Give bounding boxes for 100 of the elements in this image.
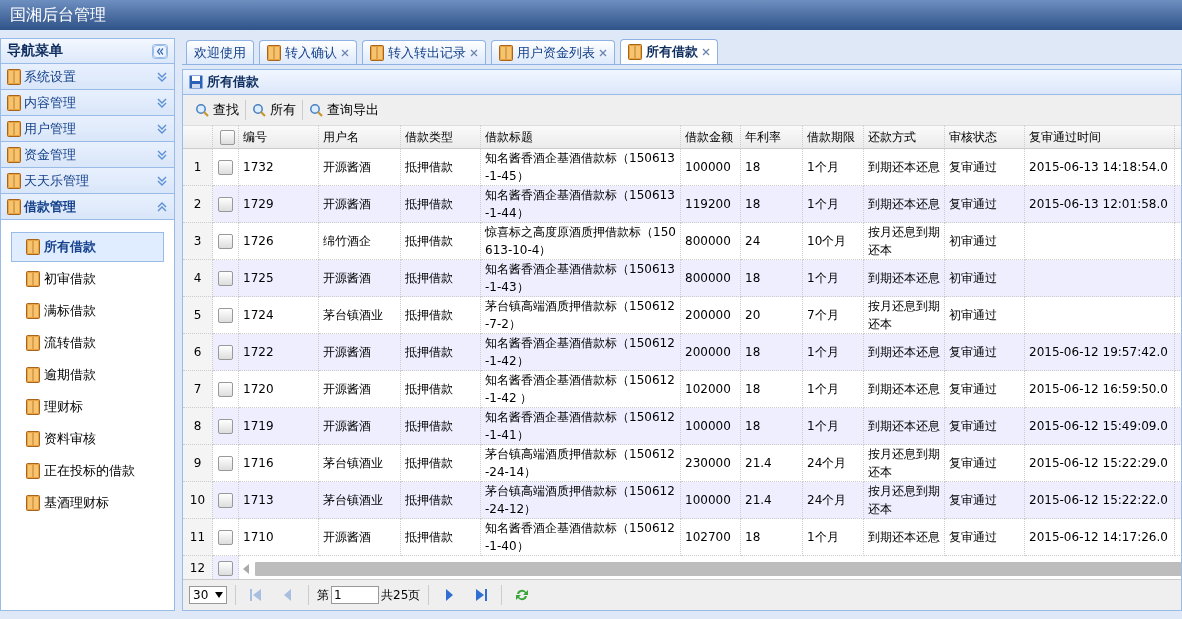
menu-item[interactable]: 逾期借款 bbox=[11, 360, 164, 390]
horizontal-scrollbar[interactable] bbox=[255, 561, 1181, 576]
box-icon bbox=[7, 198, 21, 215]
menu-section[interactable]: 天天乐管理 bbox=[1, 168, 174, 194]
box-icon bbox=[370, 44, 384, 61]
column-header[interactable]: 用户名 bbox=[319, 125, 401, 149]
row-number: 1 bbox=[183, 149, 213, 186]
row-checkbox[interactable] bbox=[218, 418, 233, 434]
box-icon bbox=[26, 335, 40, 351]
table-cell: 复审通过 bbox=[945, 186, 1025, 223]
menu-section[interactable]: 内容管理 bbox=[1, 90, 174, 116]
row-number: 8 bbox=[183, 408, 213, 445]
select-all-checkbox[interactable] bbox=[220, 129, 235, 145]
chevron-down-icon[interactable] bbox=[156, 70, 168, 83]
row-checkbox[interactable] bbox=[218, 159, 233, 175]
table-cell: 100000 bbox=[681, 482, 741, 519]
menu-section[interactable]: 系统设置 bbox=[1, 64, 174, 90]
page-input[interactable]: 1 bbox=[331, 586, 379, 604]
tab[interactable]: 用户资金列表 bbox=[491, 40, 615, 64]
save-icon bbox=[189, 75, 203, 89]
window-title: 国湘后台管理 bbox=[0, 0, 1182, 30]
table-cell: 复审通过 bbox=[945, 408, 1025, 445]
toolbar-button[interactable]: 所有 bbox=[246, 99, 302, 121]
table-cell: 复审通过 bbox=[945, 334, 1025, 371]
close-icon[interactable] bbox=[470, 48, 478, 57]
column-header[interactable]: 编号 bbox=[239, 125, 319, 149]
row-checkbox[interactable] bbox=[218, 560, 233, 576]
menu-item[interactable]: 所有借款 bbox=[11, 232, 164, 262]
box-icon bbox=[26, 367, 40, 383]
box-icon bbox=[7, 146, 21, 163]
row-number: 5 bbox=[183, 297, 213, 334]
row-checkbox[interactable] bbox=[218, 344, 233, 360]
table-cell: 200000 bbox=[681, 334, 741, 371]
table-cell: 24个月 bbox=[803, 482, 864, 519]
row-checkbox[interactable] bbox=[218, 492, 233, 508]
column-header[interactable]: 复审通过时间 bbox=[1025, 125, 1175, 149]
close-icon[interactable] bbox=[599, 48, 607, 57]
row-checkbox[interactable] bbox=[218, 270, 233, 286]
close-icon[interactable] bbox=[702, 48, 710, 56]
box-icon bbox=[7, 120, 21, 137]
column-header[interactable]: 借款金额 bbox=[681, 125, 741, 149]
search-icon bbox=[195, 103, 209, 117]
tab[interactable]: 转入转出记录 bbox=[362, 40, 486, 64]
row-checkbox[interactable] bbox=[218, 529, 233, 545]
column-header[interactable]: 借款期限 bbox=[803, 125, 864, 149]
toolbar-button[interactable]: 查找 bbox=[189, 99, 245, 121]
row-checkbox[interactable] bbox=[218, 233, 233, 249]
tab[interactable]: 转入确认 bbox=[259, 40, 357, 64]
table-cell: 102700 bbox=[681, 519, 741, 556]
collapse-icon[interactable] bbox=[152, 43, 168, 59]
table-cell: 茅台镇高端酒质押借款标（150612-24-12） bbox=[481, 482, 681, 519]
menu-item[interactable]: 理财标 bbox=[11, 392, 164, 422]
sidebar-title: 导航菜单 bbox=[7, 42, 63, 60]
row-checkbox[interactable] bbox=[218, 307, 233, 323]
menu-item[interactable]: 满标借款 bbox=[11, 296, 164, 326]
tab[interactable]: 欢迎使用 bbox=[186, 40, 254, 64]
toolbar-button[interactable]: 查询导出 bbox=[303, 99, 385, 121]
box-icon bbox=[267, 44, 281, 61]
menu-section[interactable]: 借款管理 bbox=[1, 194, 174, 220]
table-cell: 1713 bbox=[239, 482, 319, 519]
chevron-down-icon[interactable] bbox=[156, 96, 168, 109]
column-header[interactable]: 借款标题 bbox=[481, 125, 681, 149]
table-cell: 到期还本还息 bbox=[864, 260, 945, 297]
chevron-down-icon[interactable] bbox=[156, 174, 168, 187]
menu-item[interactable]: 基酒理财标 bbox=[11, 488, 164, 518]
column-header[interactable]: 借款类型 bbox=[401, 125, 481, 149]
menu-section[interactable]: 资金管理 bbox=[1, 142, 174, 168]
table-cell: 开源酱酒 bbox=[319, 334, 401, 371]
table-cell: 2015-06-12 14:17:26.0 bbox=[1025, 519, 1175, 556]
box-icon bbox=[26, 399, 40, 415]
menu-item[interactable]: 资料审核 bbox=[11, 424, 164, 454]
scroll-left-icon[interactable] bbox=[243, 563, 249, 574]
page-size-select[interactable]: 30 bbox=[189, 586, 227, 604]
tab[interactable]: 所有借款 bbox=[620, 39, 718, 64]
panel-title: 所有借款 bbox=[207, 73, 259, 91]
table-cell: 抵押借款 bbox=[401, 260, 481, 297]
row-number: 12 bbox=[183, 556, 213, 579]
box-icon bbox=[7, 68, 21, 85]
box-icon bbox=[499, 44, 513, 61]
menu-item[interactable]: 流转借款 bbox=[11, 328, 164, 358]
menu-section[interactable]: 用户管理 bbox=[1, 116, 174, 142]
menu-item[interactable]: 正在投标的借款 bbox=[11, 456, 164, 486]
column-header[interactable]: 审核状态 bbox=[945, 125, 1025, 149]
table-cell: 1个月 bbox=[803, 260, 864, 297]
chevron-down-icon[interactable] bbox=[156, 148, 168, 161]
row-checkbox[interactable] bbox=[218, 455, 233, 471]
table-cell: 1710 bbox=[239, 519, 319, 556]
column-header[interactable]: 还款方式 bbox=[864, 125, 945, 149]
menu-item[interactable]: 初审借款 bbox=[11, 264, 164, 294]
column-header[interactable]: 年利率 bbox=[741, 125, 803, 149]
row-checkbox[interactable] bbox=[218, 381, 233, 397]
table-cell: 到期还本还息 bbox=[864, 186, 945, 223]
close-icon[interactable] bbox=[341, 48, 349, 57]
row-checkbox[interactable] bbox=[218, 196, 233, 212]
table-cell: 知名酱香酒企基酒借款标（150613-1-44） bbox=[481, 186, 681, 223]
chevron-down-icon[interactable] bbox=[156, 122, 168, 135]
chevron-up-icon[interactable] bbox=[156, 200, 168, 213]
table-cell: 到期还本还息 bbox=[864, 519, 945, 556]
table-cell: 21.4 bbox=[741, 482, 803, 519]
table-cell: 18 bbox=[741, 186, 803, 223]
